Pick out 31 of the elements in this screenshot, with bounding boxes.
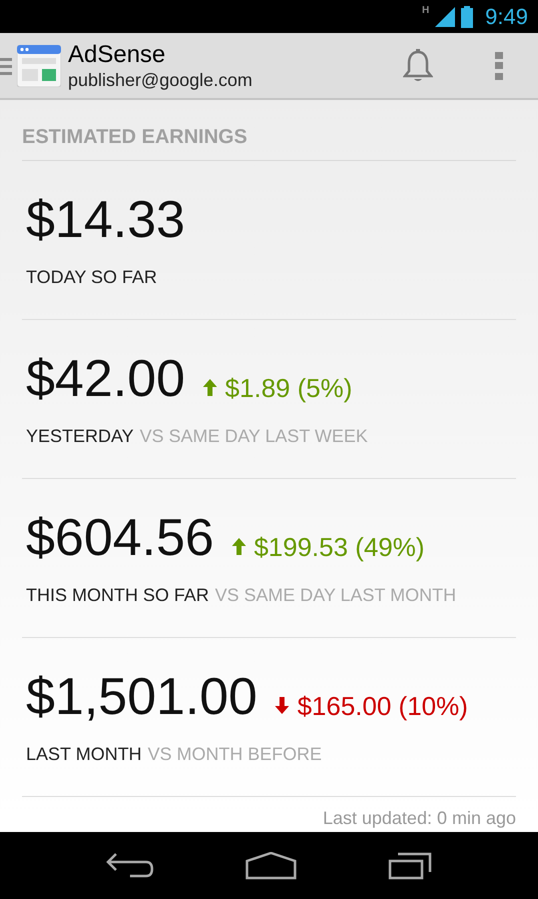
account-email: publisher@google.com: [68, 68, 254, 91]
back-icon[interactable]: [106, 852, 154, 880]
clock: 9:49: [485, 3, 528, 32]
period-label: THIS MONTH SO FAR: [26, 586, 210, 604]
change-value: $165.00 (10%): [297, 692, 468, 719]
recent-apps-icon[interactable]: [388, 852, 432, 880]
comparison-label: VS SAME DAY LAST WEEK: [140, 427, 368, 446]
signal-icon: [435, 6, 456, 27]
earnings-amount: $604.56: [26, 512, 214, 564]
app-title: AdSense: [68, 40, 166, 69]
down-arrow-icon: [275, 697, 290, 714]
change-value: $199.53 (49%): [254, 534, 425, 560]
home-icon[interactable]: [244, 852, 297, 880]
up-arrow-icon: [203, 379, 218, 396]
comparison-label: VS SAME DAY LAST MONTH: [215, 586, 456, 604]
notification-bell-icon[interactable]: [403, 48, 433, 83]
network-type: H: [422, 4, 430, 18]
period-label: LAST MONTH: [26, 745, 142, 764]
comparison-label: VS MONTH BEFORE: [148, 745, 322, 764]
battery-icon: [461, 6, 474, 28]
period-label: TODAY SO FAR: [26, 268, 158, 286]
up-arrow-icon: [232, 538, 246, 556]
app-logo-icon: [17, 44, 61, 87]
change-value: $1.89 (5%): [225, 374, 352, 401]
section-title: ESTIMATED EARNINGS: [22, 125, 248, 150]
overflow-menu-icon[interactable]: [495, 52, 503, 80]
earnings-amount: $42.00: [26, 353, 186, 406]
period-label: YESTERDAY: [26, 427, 134, 446]
earnings-amount: $14.33: [26, 194, 186, 246]
earnings-amount: $1,501.00: [26, 671, 258, 724]
last-updated-text: Last updated: 0 min ago: [322, 807, 516, 830]
